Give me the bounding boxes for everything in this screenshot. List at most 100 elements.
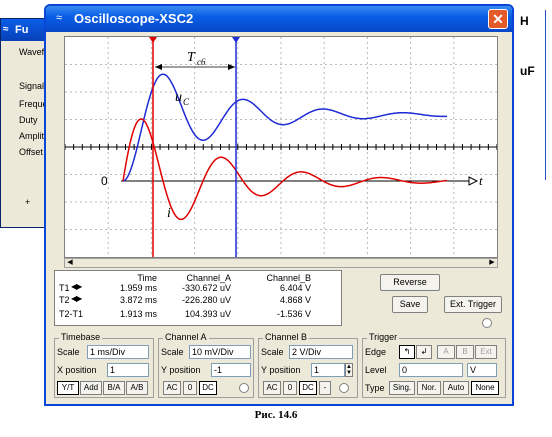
amplitude-label: Amplit bbox=[19, 131, 45, 141]
scroll-right-icon[interactable]: ▶ bbox=[487, 258, 497, 266]
timebase-title: Timebase bbox=[59, 332, 103, 342]
delta-time: 1.913 ms bbox=[119, 309, 157, 319]
rising-edge-icon[interactable]: ↰ bbox=[399, 345, 415, 359]
t1-time: 1.959 ms bbox=[119, 283, 157, 293]
cursor-readout-panel: Time Channel_A Channel_B T1 ◀▶ 1.959 ms … bbox=[54, 270, 342, 326]
mode-add-button[interactable]: Add bbox=[80, 381, 102, 395]
timebase-scale-field[interactable]: 1 ms/Div bbox=[87, 345, 149, 359]
duty-label: Duty bbox=[19, 115, 38, 125]
channel-a-header: Channel_A bbox=[186, 273, 231, 283]
channel-a-zero-button[interactable]: 0 bbox=[183, 381, 197, 395]
t1-channel-b: 6.404 V bbox=[279, 283, 311, 293]
channel-b-invert-button[interactable]: - bbox=[319, 381, 331, 395]
x-position-label: X position bbox=[57, 365, 97, 375]
t2-arrows-icon[interactable]: ◀▶ bbox=[71, 294, 82, 303]
channel-b-ypos-field[interactable]: 1 bbox=[311, 363, 345, 377]
trigger-source-ext-button[interactable]: Ext bbox=[475, 345, 497, 359]
channel-b-header: Channel_B bbox=[266, 273, 311, 283]
title-bar[interactable]: ≈ Oscilloscope-XSC2 ✕ bbox=[46, 6, 512, 32]
type-label: Type bbox=[365, 383, 385, 393]
channel-a-scale-field[interactable]: 10 mV/Div bbox=[189, 345, 251, 359]
uc-label: u bbox=[175, 90, 182, 105]
delta-channel-b: -1.536 V bbox=[276, 309, 311, 319]
oscilloscope-icon: ≈ bbox=[56, 12, 63, 24]
channel-a-group: Channel A Scale 10 mV/Div Y position -1 … bbox=[158, 332, 254, 398]
period-label: T bbox=[187, 50, 196, 65]
mode-yt-button[interactable]: Y/T bbox=[57, 381, 79, 395]
t2-time: 3.872 ms bbox=[119, 295, 157, 305]
period-subscript: c6 bbox=[197, 57, 206, 67]
channel-b-ypos-label: Y position bbox=[261, 365, 301, 375]
plus-terminal-label: + bbox=[25, 197, 31, 207]
horizontal-scrollbar[interactable]: ◀ ▶ bbox=[64, 258, 498, 268]
type-normal-button[interactable]: Nor. bbox=[417, 381, 441, 395]
channel-a-dc-button[interactable]: DC bbox=[199, 381, 217, 395]
ypos-spinner-icon[interactable]: ▲ ▼ bbox=[345, 363, 353, 377]
t-axis-arrow bbox=[468, 176, 479, 186]
channel-a-scale-label: Scale bbox=[161, 347, 184, 357]
timebase-group: Timebase Scale 1 ms/Div X position 1 Y/T… bbox=[54, 332, 154, 398]
zero-label: 0 bbox=[101, 174, 108, 188]
figure-caption: Рис. 14.6 bbox=[254, 409, 298, 421]
channel-a-ac-button[interactable]: AC bbox=[163, 381, 181, 395]
channel-b-title: Channel B bbox=[263, 332, 310, 342]
t2-channel-b: 4.868 V bbox=[279, 295, 311, 305]
type-auto-button[interactable]: Auto bbox=[443, 381, 469, 395]
channel-a-title: Channel A bbox=[163, 332, 209, 342]
trigger-source-a-button[interactable]: A bbox=[437, 345, 455, 359]
signal-label: Signal bbox=[19, 81, 45, 91]
trigger-source-b-button[interactable]: B bbox=[456, 345, 474, 359]
channel-b-scale-field[interactable]: 2 V/Div bbox=[289, 345, 353, 359]
ext-trigger-button[interactable]: Ext. Trigger bbox=[444, 296, 502, 313]
type-none-button[interactable]: None bbox=[471, 381, 499, 395]
waveform-label: Wavef bbox=[19, 47, 45, 57]
falling-edge-icon[interactable]: ↲ bbox=[416, 345, 432, 359]
level-unit-field[interactable]: V bbox=[467, 363, 497, 377]
i-trace bbox=[122, 118, 448, 221]
offset-label: Offset bbox=[19, 147, 43, 157]
oscilloscope-screen: T c6 u C i 0 t bbox=[64, 36, 498, 258]
channel-b-ac-button[interactable]: AC bbox=[263, 381, 281, 395]
t2-t1-label: T2-T1 bbox=[59, 309, 84, 319]
uc-trace bbox=[122, 73, 448, 182]
timebase-scale-label: Scale bbox=[57, 347, 80, 357]
x-position-field[interactable]: 1 bbox=[107, 363, 149, 377]
t2-channel-a: -226.280 uV bbox=[181, 295, 231, 305]
time-header: Time bbox=[137, 273, 157, 283]
channel-a-ypos-field[interactable]: -1 bbox=[211, 363, 251, 377]
t2-label: T2 bbox=[59, 295, 70, 305]
cursor-t2-handle[interactable] bbox=[232, 37, 240, 43]
level-field[interactable]: 0 bbox=[399, 363, 463, 377]
channel-b-terminal-icon[interactable] bbox=[339, 383, 349, 393]
waveform-display: T c6 u C i 0 t bbox=[64, 37, 498, 257]
close-button[interactable]: ✕ bbox=[488, 9, 508, 29]
channel-b-dc-button[interactable]: DC bbox=[299, 381, 317, 395]
uc-subscript: C bbox=[183, 97, 190, 107]
cursor-t1-handle[interactable] bbox=[149, 37, 157, 43]
mode-ab-button[interactable]: A/B bbox=[126, 381, 148, 395]
trigger-title: Trigger bbox=[367, 332, 400, 342]
t1-arrows-icon[interactable]: ◀▶ bbox=[71, 282, 82, 291]
channel-a-terminal-icon[interactable] bbox=[239, 383, 249, 393]
t1-label: T1 bbox=[59, 283, 70, 293]
reverse-button[interactable]: Reverse bbox=[380, 274, 440, 291]
henry-label: H bbox=[520, 14, 529, 28]
i-label: i bbox=[167, 206, 171, 221]
level-label: Level bbox=[365, 365, 387, 375]
edge-label: Edge bbox=[365, 347, 387, 357]
circuit-fragment: H uF bbox=[512, 0, 552, 185]
channel-a-ypos-label: Y position bbox=[161, 365, 201, 375]
channel-b-scale-label: Scale bbox=[261, 347, 284, 357]
mode-ba-button[interactable]: B/A bbox=[103, 381, 125, 395]
delta-channel-a: 104.393 uV bbox=[184, 309, 231, 319]
type-single-button[interactable]: Sing. bbox=[389, 381, 415, 395]
microfarad-label: uF bbox=[520, 64, 535, 78]
scroll-left-icon[interactable]: ◀ bbox=[65, 258, 75, 266]
save-button[interactable]: Save bbox=[392, 296, 428, 313]
channel-b-zero-button[interactable]: 0 bbox=[283, 381, 297, 395]
trigger-group: Trigger Edge ↰ ↲ A B Ext Level 0 V Type … bbox=[362, 332, 506, 398]
oscilloscope-window: ≈ Oscilloscope-XSC2 ✕ T c6 u C i 0 t ◀ ▶… bbox=[44, 4, 514, 406]
channel-b-group: Channel B Scale 2 V/Div Y position 1 ▲ ▼ … bbox=[258, 332, 358, 398]
ext-trigger-terminal-icon[interactable] bbox=[482, 318, 492, 328]
wire bbox=[545, 10, 546, 180]
